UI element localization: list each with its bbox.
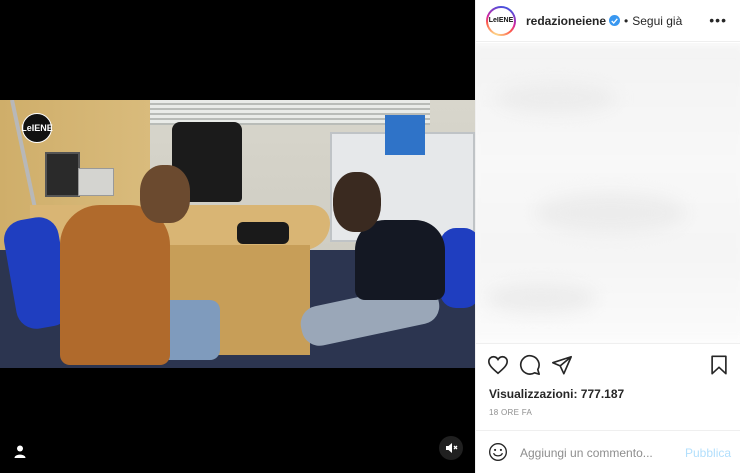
video-scene-binder <box>385 115 425 155</box>
video-scene-man <box>60 205 170 365</box>
watermark-logo: LeIENE <box>21 113 53 143</box>
video-player[interactable]: LeIENE <box>0 100 475 368</box>
post-header: LeIENE redazioneiene • Segui già ••• <box>476 0 740 42</box>
heart-icon[interactable] <box>487 354 509 376</box>
avatar[interactable]: LeIENE <box>486 5 516 36</box>
video-scene-man-head <box>140 165 190 223</box>
blur-spot <box>536 193 686 233</box>
video-scene-monitor <box>45 152 80 197</box>
post-timestamp[interactable]: 18 ORE FA <box>489 408 532 417</box>
user-icon[interactable] <box>10 441 30 461</box>
comment-input[interactable] <box>520 444 670 462</box>
view-count[interactable]: Visualizzazioni: 777.187 <box>489 387 624 401</box>
avatar-logo: LeIENE <box>488 7 514 34</box>
separator-dot: • <box>624 13 629 28</box>
comment-icon[interactable] <box>519 354 541 376</box>
username-link[interactable]: redazioneiene <box>526 14 606 28</box>
blur-spot <box>486 283 596 313</box>
emoji-icon[interactable] <box>488 442 508 462</box>
video-scene-printer <box>78 168 114 196</box>
post-actions <box>476 343 740 383</box>
video-scene-woman-head <box>333 172 381 232</box>
video-scene-woman <box>355 220 445 300</box>
video-scene-blue-chair-right <box>440 228 475 308</box>
follow-button[interactable]: Segui già <box>632 14 682 28</box>
blur-spot <box>496 83 616 113</box>
video-scene-bag <box>237 222 289 244</box>
share-icon[interactable] <box>551 354 573 376</box>
post-media: LeIENE <box>0 0 475 473</box>
more-options-icon[interactable]: ••• <box>709 12 727 28</box>
bookmark-icon[interactable] <box>708 354 730 376</box>
comment-form: Pubblica <box>476 430 740 473</box>
speaker-muted-icon[interactable] <box>439 436 463 460</box>
verified-badge-icon <box>609 15 621 26</box>
publish-button[interactable]: Pubblica <box>685 446 731 460</box>
post-sidebar: LeIENE redazioneiene • Segui già ••• Vis… <box>475 0 740 473</box>
comments-area-blurred <box>476 43 740 343</box>
